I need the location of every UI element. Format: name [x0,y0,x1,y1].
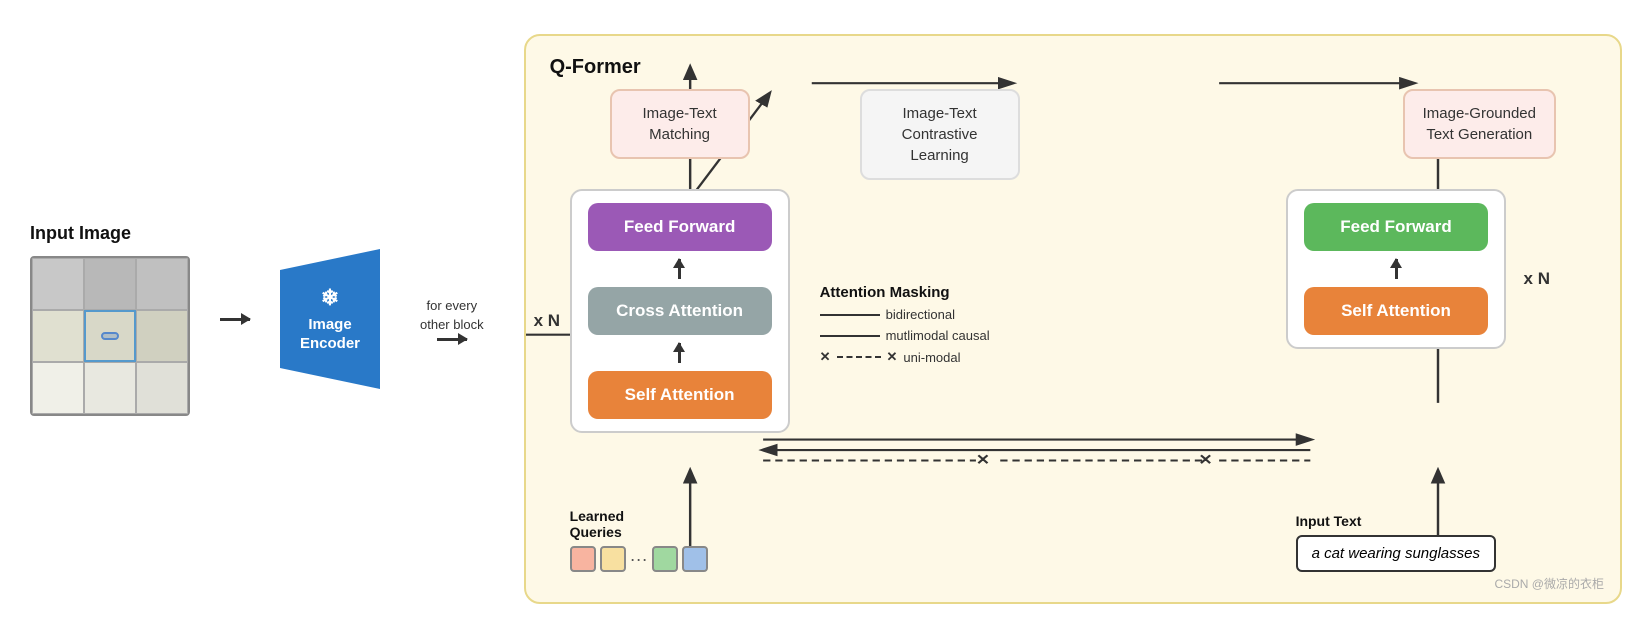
x-mark-left: ✕ [820,349,831,365]
left-transformer-block: Feed Forward Cross Attention Self Attent… [570,189,790,433]
left-self-attention: Self Attention [588,371,772,419]
input-image-section: Input Image [30,223,190,416]
learned-queries-section: LearnedQueries ··· [570,508,708,572]
grid-cell-9 [136,362,188,414]
ff-to-ca-arrow [678,259,681,279]
query-tokens-row: ··· [570,546,708,572]
multimodal-line: mutlimodal causal [820,328,990,343]
x-mark-right: ✕ [887,349,898,365]
token-yellow [600,546,626,572]
token-pink [570,546,596,572]
token-blue [682,546,708,572]
unimodal-line: ✕ ✕ uni-modal [820,349,990,365]
unimodal-label: uni-modal [903,350,960,365]
input-text-section: Input Text a cat wearing sunglasses [1296,513,1496,572]
token-dots: ··· [630,549,648,570]
image-grounded-box: Image-GroundedText Generation [1403,89,1556,159]
grid-cell-1 [32,258,84,310]
watermark: CSDN @微凉的衣柜 [1494,575,1604,592]
grid-cell-6 [136,310,188,362]
right-transformer-block: Feed Forward Self Attention x N [1286,189,1506,349]
right-xn-label: x N [1524,269,1550,289]
right-ff-arrow [1395,259,1398,279]
attention-masking-title: Attention Masking [820,284,990,301]
multimodal-line-arrow [820,335,880,337]
bidirectional-line: bidirectional [820,307,990,322]
encoder-section: ❄ ImageEncoder [280,249,380,389]
image-encoder: ❄ ImageEncoder [280,249,380,389]
right-self-attention: Self Attention [1304,287,1488,335]
grid-cell-3 [136,258,188,310]
image-text-contrastive-box: Image-TextContrastiveLearning [860,89,1020,180]
for-every-label: for everyother block [410,297,494,333]
image-grid [30,256,190,416]
input-to-encoder-arrow [220,318,250,321]
dashed-line [837,356,881,358]
right-block-inner: Feed Forward Self Attention [1286,189,1506,349]
diagram-area: Image-TextMatching Image-TextContrastive… [550,89,1596,582]
left-block-inner: Feed Forward Cross Attention Self Attent… [570,189,790,433]
multimodal-label: mutlimodal causal [886,328,990,343]
grid-cell-4 [32,310,84,362]
main-container: Input Image ❄ ImageEncoder for everyothe… [0,0,1652,638]
left-cross-attention: Cross Attention [588,287,772,335]
learned-queries-label: LearnedQueries [570,508,708,540]
attention-masking-area: Attention Masking bidirectional mutlimod… [820,284,990,365]
image-grounded-text: Image-GroundedText Generation [1403,89,1556,159]
encoder-to-qformer: for everyother block [410,297,494,340]
input-text-label: Input Text [1296,513,1496,529]
left-xn-label: x N [534,311,560,331]
right-feed-forward: Feed Forward [1304,203,1488,251]
snowflake-icon: ❄ [321,285,339,311]
bidirectional-label: bidirectional [886,307,955,322]
input-text-value: a cat wearing sunglasses [1296,535,1496,572]
bidirectional-arrow-line [820,314,880,316]
grid-cell-5 [84,310,136,362]
grid-cell-2 [84,258,136,310]
grid-cell-8 [84,362,136,414]
grid-cell-7 [32,362,84,414]
qformer-title: Q-Former [550,56,1596,79]
encoder-arrow [437,338,467,341]
image-text-matching: Image-TextMatching [610,89,750,159]
image-text-contrastive: Image-TextContrastiveLearning [860,89,1020,180]
token-green [652,546,678,572]
image-text-matching-box: Image-TextMatching [610,89,750,159]
ca-to-sa-arrow [678,343,681,363]
left-feed-forward: Feed Forward [588,203,772,251]
qformer-box: Q-Former [524,34,1622,604]
input-image-label: Input Image [30,223,131,244]
encoder-label: ImageEncoder [300,315,360,354]
